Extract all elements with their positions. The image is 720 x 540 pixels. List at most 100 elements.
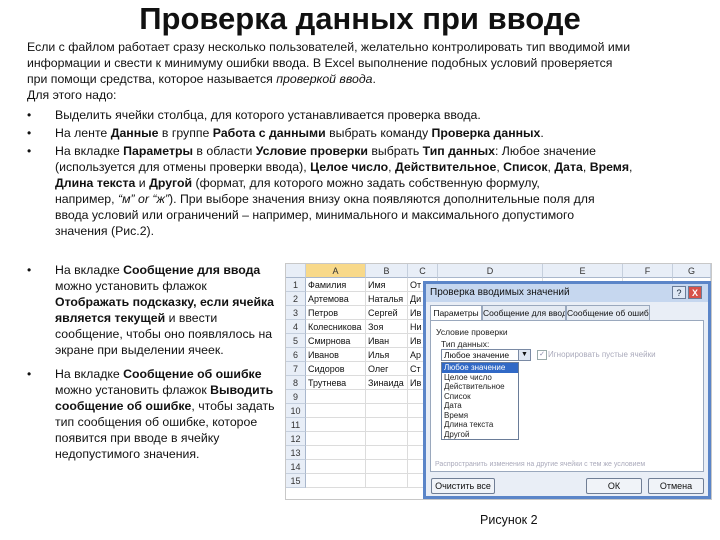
dropdown-option[interactable]: Дата xyxy=(442,401,518,411)
table-cell[interactable]: Колесникова xyxy=(306,320,366,334)
table-cell[interactable] xyxy=(366,418,408,432)
row-header[interactable]: 1 xyxy=(286,278,306,292)
table-cell[interactable] xyxy=(306,474,366,488)
tab-error-alert[interactable]: Сообщение об ошибке xyxy=(566,305,650,320)
table-cell[interactable]: Иван xyxy=(366,334,408,348)
table-cell[interactable] xyxy=(366,432,408,446)
table-cell[interactable]: Имя xyxy=(366,278,408,292)
ignore-blank-label: Игнорировать пустые ячейки xyxy=(548,350,656,359)
cancel-button[interactable]: Отмена xyxy=(648,478,704,494)
bullet-3-line-6: значения (Рис.2). xyxy=(55,224,155,238)
table-cell[interactable] xyxy=(306,418,366,432)
ok-button[interactable]: ОК xyxy=(586,478,642,494)
table-cell[interactable] xyxy=(366,474,408,488)
table-cell[interactable]: Артемова xyxy=(306,292,366,306)
row-header[interactable]: 7 xyxy=(286,362,306,376)
tab-input-message[interactable]: Сообщение для ввода xyxy=(482,305,566,320)
table-cell[interactable]: Зоя xyxy=(366,320,408,334)
row-header[interactable]: 14 xyxy=(286,460,306,474)
figure-caption: Рисунок 2 xyxy=(480,513,538,527)
bullet-2-text: На ленте Данные в группе Работа с данным… xyxy=(55,126,544,140)
table-cell[interactable]: Иванов xyxy=(306,348,366,362)
bullet-marker: • xyxy=(27,144,32,158)
col-header-d[interactable]: D xyxy=(438,264,543,278)
table-cell[interactable] xyxy=(306,390,366,404)
data-type-select[interactable]: Любое значение ▼ xyxy=(441,349,531,361)
table-cell[interactable] xyxy=(306,446,366,460)
col-header-c[interactable]: C xyxy=(408,264,438,278)
bullet-marker: • xyxy=(27,263,32,277)
dropdown-option[interactable]: Целое число xyxy=(442,373,518,383)
row-header[interactable]: 8 xyxy=(286,376,306,390)
intro-line-2: информации и свести к минимуму ошибки вв… xyxy=(27,56,613,70)
table-cell[interactable]: Сидоров xyxy=(306,362,366,376)
row-header[interactable]: 9 xyxy=(286,390,306,404)
bullet-4-line-5: сообщение, чтобы оно появлялось на xyxy=(55,327,273,341)
table-cell[interactable] xyxy=(366,390,408,404)
data-type-value: Любое значение xyxy=(444,350,510,360)
bullet-4-line-2: можно установить флажок xyxy=(55,279,207,293)
excel-screenshot: A B C D E F G 1 Фамилия Имя От 2 Артемова Ната… xyxy=(285,263,712,500)
row-header[interactable]: 2 xyxy=(286,292,306,306)
table-cell[interactable] xyxy=(366,460,408,474)
validation-criteria-label: Условие проверки xyxy=(436,327,508,337)
bullet-4-line-4: является текущей и ввести xyxy=(55,311,218,325)
table-cell[interactable] xyxy=(366,446,408,460)
bullet-5-line-1: На вкладке Сообщение об ошибке xyxy=(55,367,262,381)
table-cell[interactable]: Сергей xyxy=(366,306,408,320)
bullet-5-line-2: можно установить флажок Выводить xyxy=(55,383,274,397)
bullet-5-line-5: появится при вводе в ячейку xyxy=(55,431,220,445)
row-header[interactable]: 5 xyxy=(286,334,306,348)
row-header[interactable]: 10 xyxy=(286,404,306,418)
row-header[interactable]: 6 xyxy=(286,348,306,362)
row-header[interactable]: 15 xyxy=(286,474,306,488)
bullet-4-line-1: На вкладке Сообщение для ввода xyxy=(55,263,261,277)
table-cell[interactable]: Фамилия xyxy=(306,278,366,292)
close-button[interactable]: X xyxy=(688,286,702,299)
bullet-5-line-6: недопустимого значения. xyxy=(55,447,200,461)
row-header[interactable]: 11 xyxy=(286,418,306,432)
dropdown-option[interactable]: Время xyxy=(442,411,518,421)
row-header[interactable]: 3 xyxy=(286,306,306,320)
row-header[interactable]: 13 xyxy=(286,446,306,460)
help-button[interactable]: ? xyxy=(672,286,686,299)
clear-all-button[interactable]: Очистить все xyxy=(431,478,495,494)
table-cell[interactable]: Наталья xyxy=(366,292,408,306)
table-cell[interactable]: Илья xyxy=(366,348,408,362)
tab-parameters[interactable]: Параметры xyxy=(430,305,482,321)
dropdown-option[interactable]: Список xyxy=(442,392,518,402)
intro-line-3: при помощи средства, которое называется … xyxy=(27,72,376,86)
dropdown-option[interactable]: Действительное xyxy=(442,382,518,392)
corner-cell xyxy=(286,264,306,278)
bullet-1-text: Выделить ячейки столбца, для которого ус… xyxy=(55,108,481,122)
table-cell[interactable] xyxy=(366,404,408,418)
col-header-f[interactable]: F xyxy=(623,264,673,278)
col-header-b[interactable]: B xyxy=(366,264,408,278)
col-header-g[interactable]: G xyxy=(673,264,711,278)
dialog-title: Проверка вводимых значений xyxy=(426,284,708,302)
table-cell[interactable]: Смирнова xyxy=(306,334,366,348)
dropdown-option[interactable]: Любое значение xyxy=(442,363,518,373)
bullet-3-line-4: например, “м” or “ж”). При выборе значен… xyxy=(55,192,595,206)
data-type-label: Тип данных: xyxy=(441,339,490,349)
bullet-3-line-3: Длина текста и Другой (формат, для котор… xyxy=(55,176,540,190)
dropdown-option[interactable]: Другой xyxy=(442,430,518,440)
col-header-a[interactable]: A xyxy=(306,264,366,278)
dropdown-option[interactable]: Длина текста xyxy=(442,420,518,430)
bullet-3-line-5: ввода условий или ограничений – например… xyxy=(55,208,575,222)
table-cell[interactable] xyxy=(306,432,366,446)
chevron-down-icon[interactable]: ▼ xyxy=(518,350,530,360)
intro-line-4: Для этого надо: xyxy=(27,88,117,102)
table-cell[interactable] xyxy=(306,460,366,474)
row-header[interactable]: 12 xyxy=(286,432,306,446)
parameters-panel: Условие проверки Тип данных: Любое значе… xyxy=(430,320,704,472)
row-header[interactable]: 4 xyxy=(286,320,306,334)
table-cell[interactable]: Петров xyxy=(306,306,366,320)
table-cell[interactable] xyxy=(306,404,366,418)
table-cell[interactable]: Зинаида xyxy=(366,376,408,390)
apply-to-all-label: Распространить изменения на другие ячейк… xyxy=(435,461,646,468)
table-cell[interactable]: Олег xyxy=(366,362,408,376)
ignore-blank-checkbox[interactable]: ✓ xyxy=(537,350,547,360)
col-header-e[interactable]: E xyxy=(543,264,623,278)
table-cell[interactable]: Трутнева xyxy=(306,376,366,390)
